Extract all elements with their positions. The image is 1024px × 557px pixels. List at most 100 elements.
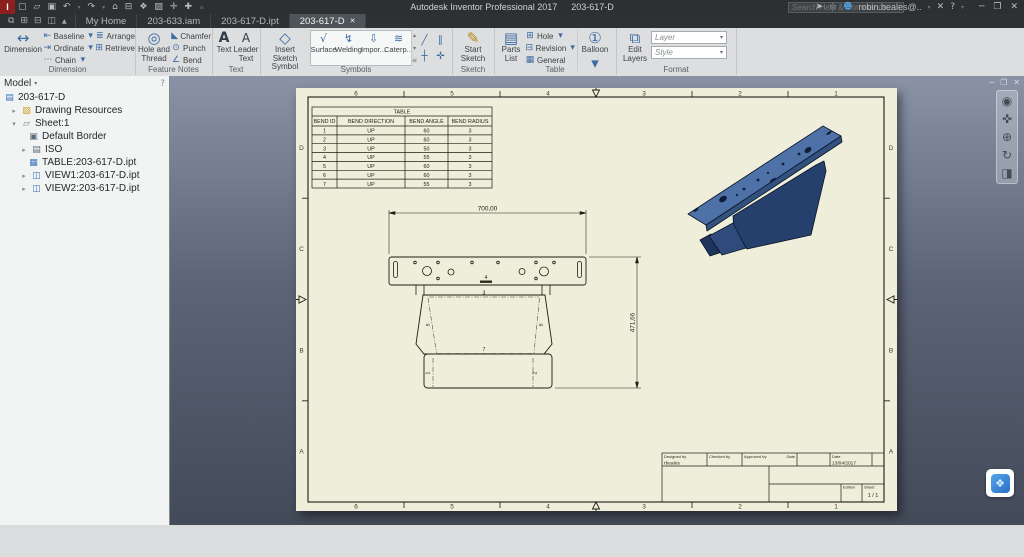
- browser-dropdown-icon[interactable]: ▾: [34, 80, 37, 87]
- flat-pattern-view[interactable]: 4 3 5 6 7 1 2: [389, 206, 641, 389]
- symbol-surface-button[interactable]: √Surface: [311, 31, 336, 65]
- tile-horizontal-icon[interactable]: ⊟: [34, 16, 42, 26]
- measure-icon[interactable]: ✛: [170, 2, 178, 12]
- arrange-button[interactable]: ≣Arrange: [95, 30, 135, 42]
- revision-table-button[interactable]: ⊟Revision▾: [525, 42, 577, 54]
- navigation-wheel-icon[interactable]: ◉: [1002, 94, 1012, 108]
- tile-windows-icon[interactable]: ⊞: [20, 16, 28, 26]
- tab-203-617-d-ipt[interactable]: 203-617-D.ipt: [211, 14, 290, 28]
- open-icon[interactable]: ▱: [34, 2, 41, 12]
- expand-arrow-icon[interactable]: ▸: [20, 172, 28, 180]
- zoom-icon[interactable]: ⊕: [1002, 130, 1012, 144]
- look-at-icon[interactable]: ◨: [1001, 166, 1012, 180]
- hole-dropdown-icon[interactable]: ▾: [555, 31, 565, 41]
- style-dropdown-icon[interactable]: ▾: [720, 49, 723, 56]
- plus-icon[interactable]: ✚: [184, 2, 192, 12]
- print-icon[interactable]: ⊟: [125, 2, 133, 12]
- tab-203-617-d-drawing[interactable]: 203-617-D ✕: [290, 14, 367, 28]
- edit-layers-button[interactable]: ⧉ Edit Layers: [619, 29, 651, 63]
- title-block[interactable]: Designed by rbeales Checked by Approved …: [662, 453, 884, 502]
- tree-item-table[interactable]: ▦ TABLE:203-617-D.ipt: [0, 156, 169, 169]
- centered-pattern-icon[interactable]: ✛: [433, 48, 448, 63]
- layer-dropdown-icon[interactable]: ▾: [720, 34, 723, 41]
- send-icon[interactable]: ➤: [815, 2, 823, 12]
- symbol-welding-button[interactable]: ↯Welding: [336, 31, 361, 65]
- center-mark-icon[interactable]: ┼: [417, 48, 432, 63]
- signed-in-user[interactable]: robin.beales@..: [858, 2, 921, 12]
- appearance-swatch-icon[interactable]: ▨: [154, 2, 163, 12]
- width-dimension[interactable]: 700,00: [478, 206, 498, 213]
- tree-item-default-border[interactable]: ▣ Default Border: [0, 130, 169, 143]
- new-document-icon[interactable]: ▢: [18, 2, 27, 12]
- symbol-import-button[interactable]: ⇩Impor...: [361, 31, 386, 65]
- gallery-up-icon[interactable]: ▴: [413, 32, 416, 39]
- revision-dropdown-icon[interactable]: ▾: [568, 43, 577, 53]
- tree-item-iso[interactable]: ▸ ▤ ISO: [0, 143, 169, 156]
- tab-close-icon[interactable]: ✕: [350, 17, 356, 25]
- cascade-windows-icon[interactable]: ⧉: [8, 16, 14, 26]
- restore-button[interactable]: ❐: [993, 2, 1001, 12]
- undo-icon[interactable]: ↶: [63, 2, 71, 12]
- tile-vertical-icon[interactable]: ◫: [48, 16, 57, 26]
- start-sketch-button[interactable]: ✎ Start Sketch: [456, 29, 490, 63]
- material-icon[interactable]: ❖: [139, 2, 147, 12]
- ordinate-dropdown-icon[interactable]: ▾: [86, 43, 95, 53]
- expand-arrow-icon[interactable]: ▸: [20, 146, 28, 154]
- punch-button[interactable]: ⊙Punch: [171, 42, 211, 54]
- ordinate-button[interactable]: ⇥Ordinate▾: [43, 42, 95, 54]
- home-icon[interactable]: ⌂: [112, 2, 118, 12]
- minimize-button[interactable]: ─: [979, 2, 984, 12]
- save-icon[interactable]: ▣: [47, 2, 56, 12]
- tree-item-drawing-resources[interactable]: ▸ ▧ Drawing Resources: [0, 104, 169, 117]
- browser-help-icon[interactable]: ?: [160, 79, 165, 89]
- text-button[interactable]: A Text: [214, 29, 234, 55]
- exchange-apps-icon[interactable]: ✕: [937, 2, 945, 12]
- doc-close-button[interactable]: ✕: [1013, 78, 1020, 87]
- hole-and-thread-button[interactable]: ◎ Hole and Thread: [137, 29, 171, 63]
- retrieve-button[interactable]: ⊞Retrieve: [95, 42, 135, 54]
- expand-arrow-icon[interactable]: ▸: [20, 185, 28, 193]
- inventor-logo-icon[interactable]: I: [0, 0, 15, 14]
- help-dropdown-icon[interactable]: ▾: [961, 4, 964, 11]
- doc-restore-button[interactable]: ❐: [1000, 78, 1007, 87]
- centerline-icon[interactable]: ╱: [417, 32, 432, 47]
- tree-item-view1[interactable]: ▸ ◫ VIEW1:203-617-D.ipt: [0, 169, 169, 182]
- baseline-dropdown-icon[interactable]: ▾: [86, 31, 95, 41]
- chamfer-button[interactable]: ◣Chamfer: [171, 30, 211, 42]
- close-button[interactable]: ✕: [1010, 2, 1018, 12]
- user-avatar-icon[interactable]: ☻: [843, 2, 852, 12]
- centerline-bisector-icon[interactable]: ∥: [433, 32, 448, 47]
- dimension-button[interactable]: ↔ Dimension: [3, 29, 43, 55]
- redo-icon[interactable]: ↷: [88, 2, 96, 12]
- a360-drive-badge[interactable]: ❖: [986, 469, 1014, 497]
- gallery-down-icon[interactable]: ▾: [413, 45, 416, 52]
- tab-my-home[interactable]: My Home: [76, 14, 138, 28]
- tab-203-633-iam[interactable]: 203-633.iam: [137, 14, 211, 28]
- leader-text-button[interactable]: A Leader Text: [234, 29, 258, 63]
- pan-icon[interactable]: ✜: [1002, 112, 1012, 126]
- tree-item-view2[interactable]: ▸ ◫ VIEW2:203-617-D.ipt: [0, 182, 169, 195]
- help-icon[interactable]: ?: [950, 2, 955, 12]
- orbit-icon[interactable]: ↻: [1002, 148, 1012, 162]
- symbol-caterpillar-button[interactable]: ≋Caterp...: [386, 31, 411, 65]
- chain-dropdown-icon[interactable]: ▾: [78, 55, 88, 65]
- redo-dropdown-icon[interactable]: ▾: [102, 4, 105, 11]
- hole-table-button[interactable]: ⊞Hole▾: [525, 30, 577, 42]
- collapse-arrow-icon[interactable]: ▾: [10, 120, 18, 128]
- parts-list-button[interactable]: ▤ Parts List: [497, 29, 525, 63]
- drawing-sheet[interactable]: 654321 654321 DCBA DCBA TABLE BEND ID: [296, 88, 897, 511]
- layer-select[interactable]: Layer▾: [651, 31, 727, 44]
- iso-3d-view[interactable]: [688, 126, 842, 256]
- tree-item-root[interactable]: ▤ 203-617-D: [0, 91, 169, 104]
- expand-arrow-icon[interactable]: ▸: [10, 107, 18, 115]
- user-dropdown-icon[interactable]: ▾: [928, 4, 931, 11]
- graphics-canvas[interactable]: ─ ❐ ✕ ◉ ✜ ⊕ ↻ ◨ ❖: [170, 76, 1024, 525]
- tree-item-sheet1[interactable]: ▾ ▱ Sheet:1: [0, 117, 169, 130]
- qat-overflow-icon[interactable]: ≡: [199, 4, 204, 11]
- favorites-star-icon[interactable]: ☆: [829, 2, 837, 12]
- expand-tabs-icon[interactable]: ▲: [62, 18, 67, 25]
- undo-dropdown-icon[interactable]: ▾: [78, 4, 81, 11]
- style-select[interactable]: Style▾: [651, 46, 727, 59]
- bend-table[interactable]: TABLE BEND ID BEND DIRECTION BEND ANGLE …: [312, 107, 492, 188]
- doc-minimize-button[interactable]: ─: [989, 78, 994, 87]
